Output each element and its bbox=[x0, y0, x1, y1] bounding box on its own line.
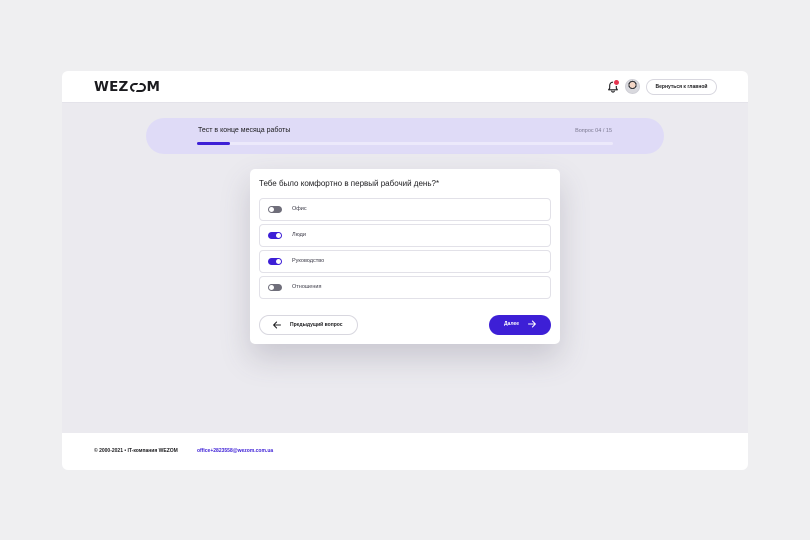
option-label: Отношения bbox=[292, 284, 322, 290]
option-toggle[interactable] bbox=[268, 232, 282, 239]
option-office[interactable]: Офис bbox=[259, 198, 551, 221]
copyright-text: © 2000-2021 • IT-компания WEZOM bbox=[94, 448, 178, 454]
quiz-title: Тест в конце месяца работы bbox=[198, 127, 291, 134]
toggle-knob bbox=[269, 285, 274, 290]
option-management[interactable]: Руководство bbox=[259, 250, 551, 273]
arrow-right-icon bbox=[528, 320, 536, 328]
logo-text-suffix: M bbox=[146, 79, 161, 95]
previous-question-label: Предыдущий вопрос bbox=[290, 322, 343, 328]
question-title: Тебе было комфортно в первый рабочий ден… bbox=[259, 179, 440, 188]
back-to-home-button[interactable]: Вернуться к главной bbox=[646, 79, 717, 95]
notification-badge bbox=[613, 79, 620, 86]
option-toggle[interactable] bbox=[268, 258, 282, 265]
question-dialog: Тебе было комфортно в первый рабочий ден… bbox=[250, 169, 560, 344]
wezom-logo[interactable]: WEZ M bbox=[94, 79, 160, 95]
next-button[interactable]: Далее bbox=[489, 315, 551, 335]
quiz-progress-panel: Тест в конце месяца работы Вопрос 04 / 1… bbox=[146, 118, 664, 154]
question-counter: Вопрос 04 / 15 bbox=[575, 128, 612, 134]
page-card: WEZ M Вернуться к главной Тест в конце ме… bbox=[62, 71, 748, 470]
back-to-home-label: Вернуться к главной bbox=[655, 84, 708, 90]
progress-bar-fill bbox=[197, 142, 231, 145]
contact-email-link[interactable]: office+2823558@wezom.com.ua bbox=[197, 448, 273, 454]
option-label: Руководство bbox=[292, 258, 325, 264]
progress-bar bbox=[197, 142, 613, 145]
toggle-knob bbox=[276, 259, 281, 264]
previous-question-button[interactable]: Предыдущий вопрос bbox=[259, 315, 358, 335]
option-people[interactable]: Люди bbox=[259, 224, 551, 247]
option-label: Люди bbox=[292, 232, 306, 238]
option-relations[interactable]: Отношения bbox=[259, 276, 551, 299]
user-avatar[interactable] bbox=[625, 79, 640, 94]
option-toggle[interactable] bbox=[268, 206, 282, 213]
option-toggle[interactable] bbox=[268, 284, 282, 291]
logo-o-glyph bbox=[129, 82, 146, 92]
next-label: Далее bbox=[504, 321, 520, 327]
header: WEZ M Вернуться к главной bbox=[62, 71, 748, 103]
arrow-left-icon bbox=[273, 321, 281, 329]
logo-text-prefix: WEZ bbox=[94, 79, 129, 95]
option-label: Офис bbox=[292, 206, 307, 212]
toggle-knob bbox=[269, 207, 274, 212]
footer: © 2000-2021 • IT-компания WEZOM office+2… bbox=[62, 433, 748, 470]
toggle-knob bbox=[276, 233, 281, 238]
